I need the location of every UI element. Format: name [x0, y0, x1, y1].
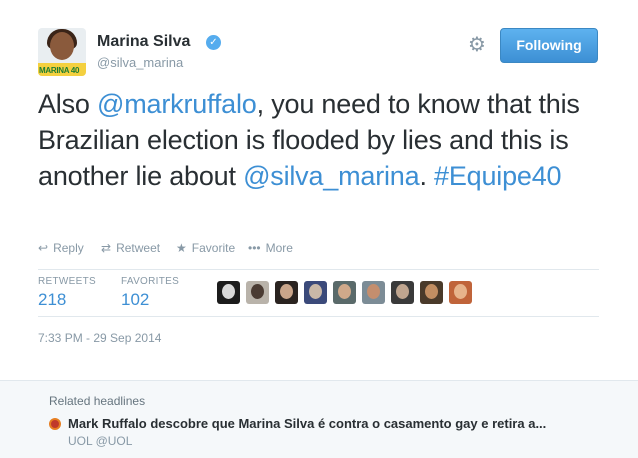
favoriter-avatar[interactable]: [217, 281, 240, 304]
mention-link[interactable]: @markruffalo: [97, 89, 257, 119]
reply-button[interactable]: ↩ Reply: [38, 241, 84, 255]
favoriter-avatar-face: [396, 284, 409, 299]
favoriter-avatar[interactable]: [391, 281, 414, 304]
favorites-count[interactable]: 102: [121, 290, 149, 310]
favoriter-avatar[interactable]: [449, 281, 472, 304]
favoriter-avatar[interactable]: [333, 281, 356, 304]
author-name[interactable]: Marina Silva: [97, 33, 190, 51]
gear-icon[interactable]: ⚙: [466, 34, 488, 56]
star-icon: ★: [176, 241, 187, 255]
favoriter-avatar-face: [454, 284, 467, 299]
news-source-icon: [49, 418, 61, 430]
retweet-label: Retweet: [116, 241, 161, 255]
tweet-text-segment: .: [419, 161, 435, 191]
favoriter-avatar[interactable]: [420, 281, 443, 304]
tweet-text: Also @markruffalo, you need to know that…: [38, 86, 608, 194]
favorite-button[interactable]: ★ Favorite: [176, 241, 235, 255]
favoriter-avatar-face: [367, 284, 380, 299]
tweet-card: MARINA 40 Marina Silva ✓ @silva_marina ⚙…: [0, 0, 638, 380]
mention-link[interactable]: @silva_marina: [243, 161, 420, 191]
related-headlines-panel: Related headlines Mark Ruffalo descobre …: [0, 380, 638, 458]
author-handle[interactable]: @silva_marina: [97, 55, 183, 70]
related-headlines-title: Related headlines: [49, 394, 146, 408]
favorites-label: FAVORITES: [121, 276, 180, 287]
avatar-campaign-tag-text: MARINA 40: [39, 66, 80, 75]
related-headline-link[interactable]: Mark Ruffalo descobre que Marina Silva é…: [68, 416, 588, 431]
favoriter-avatar-face: [309, 284, 322, 299]
favoriter-avatar[interactable]: [275, 281, 298, 304]
more-label: More: [265, 241, 293, 255]
favoriter-avatar-face: [425, 284, 438, 299]
favorite-label: Favorite: [191, 241, 236, 255]
more-button[interactable]: ••• More: [248, 241, 293, 255]
favoriter-avatar-face: [251, 284, 264, 299]
favoriter-avatar-face: [338, 284, 351, 299]
related-headline-source[interactable]: UOL @UOL: [68, 434, 132, 448]
verified-badge-icon: ✓: [206, 35, 221, 50]
favoriter-avatar-face: [222, 284, 235, 299]
stats-top-divider: [38, 269, 599, 270]
following-button[interactable]: Following: [500, 28, 598, 63]
author-avatar[interactable]: MARINA 40: [38, 28, 86, 76]
more-dots-icon: •••: [248, 241, 261, 255]
favoriter-avatar[interactable]: [246, 281, 269, 304]
favoriter-avatar[interactable]: [362, 281, 385, 304]
favoriter-avatar[interactable]: [304, 281, 327, 304]
retweet-icon: ⇄: [101, 241, 112, 255]
avatar-face: [50, 32, 74, 60]
retweets-count[interactable]: 218: [38, 290, 66, 310]
reply-icon: ↩: [38, 241, 49, 255]
retweet-button[interactable]: ⇄ Retweet: [101, 241, 160, 255]
stats-bottom-divider: [38, 316, 599, 317]
tweet-timestamp[interactable]: 7:33 PM - 29 Sep 2014: [38, 331, 161, 345]
favoriter-avatar-face: [280, 284, 293, 299]
reply-label: Reply: [53, 241, 84, 255]
tweet-text-segment: Also: [38, 89, 98, 119]
retweets-label: RETWEETS: [38, 276, 96, 287]
hashtag-link[interactable]: #Equipe40: [434, 161, 562, 191]
